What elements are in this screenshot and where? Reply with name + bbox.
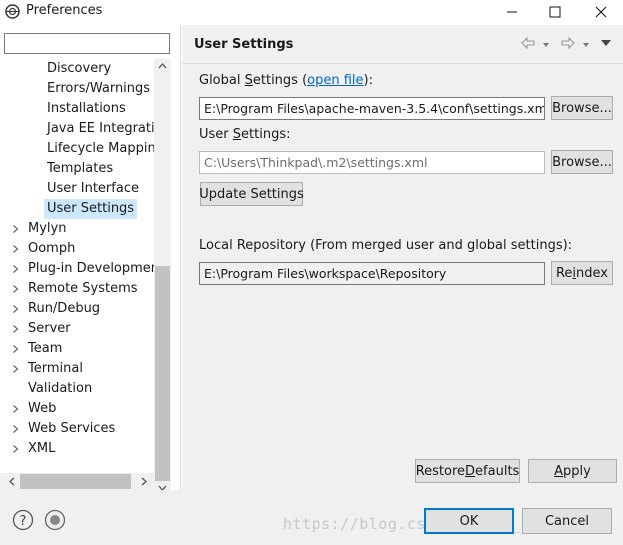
tree-item-label: Oomph [28, 241, 76, 256]
expand-chevron-icon[interactable] [10, 299, 20, 319]
scroll-up-icon[interactable] [157, 59, 168, 77]
tree-horizontal-scrollbar[interactable] [0, 473, 154, 490]
tree-item-label: Templates [47, 161, 114, 176]
tree-item-label: Errors/Warnings [47, 81, 151, 96]
vertical-scroll-thumb[interactable] [155, 266, 170, 481]
tree-item[interactable]: User Interface [0, 179, 154, 199]
tree-item-label: Java EE Integration [47, 121, 154, 136]
global-settings-label: Global Settings (open file): [199, 73, 373, 88]
tree-item[interactable]: Remote Systems [0, 279, 154, 299]
tree-item[interactable]: Validation [0, 379, 154, 399]
page-title: User Settings [194, 37, 294, 52]
tree-item[interactable]: Discovery [0, 59, 154, 79]
tree-item[interactable]: Mylyn [0, 219, 154, 239]
tree-item-label: Terminal [28, 361, 83, 376]
header-divider [182, 63, 623, 64]
tree-item[interactable]: Terminal [0, 359, 154, 379]
tree-item[interactable]: Web [0, 399, 154, 419]
tree-item[interactable]: Java EE Integration [0, 119, 154, 139]
cancel-button[interactable]: Cancel [522, 508, 612, 534]
help-icon[interactable]: ? [12, 509, 34, 535]
horizontal-scroll-thumb[interactable] [20, 474, 131, 489]
back-dropdown-icon[interactable] [542, 38, 550, 53]
apply-button[interactable]: Apply [528, 459, 617, 483]
preferences-tree: Discovery Errors/Warnings Installations Jav… [0, 59, 154, 473]
tree-item-label: Lifecycle Mappings [47, 141, 154, 156]
user-settings-field[interactable]: C:\Users\Thinkpad\.m2\settings.xml [199, 151, 545, 174]
tree-item-label: Web [28, 401, 57, 416]
tree-item[interactable]: Errors/Warnings [0, 79, 154, 99]
window-title: Preferences [26, 3, 103, 18]
tree-item[interactable]: Run/Debug [0, 299, 154, 319]
tree-item-label: Plug-in Development [28, 261, 154, 276]
tree-item-label: Server [28, 321, 71, 336]
tree-vertical-scrollbar[interactable] [154, 59, 171, 499]
expand-chevron-icon[interactable] [10, 239, 20, 259]
maximize-button[interactable] [540, 0, 570, 24]
preferences-nav-panel: Discovery Errors/Warnings Installations Jav… [0, 25, 181, 499]
tree-item[interactable]: Server [0, 319, 154, 339]
open-file-link[interactable]: open file [307, 73, 363, 88]
tree-item-label: Validation [28, 381, 93, 396]
tree-item-label: XML [28, 441, 56, 456]
scroll-right-icon[interactable] [140, 476, 148, 491]
tree-item-label: User Interface [47, 181, 139, 196]
tree-item-label: Installations [47, 101, 126, 116]
tree-item[interactable]: Templates [0, 159, 154, 179]
expand-chevron-icon[interactable] [10, 279, 20, 299]
restore-defaults-button[interactable]: Restore Defaults [415, 459, 520, 483]
tree-item-label: Web Services [28, 421, 116, 436]
dialog-button-bar: ? https://blog.csdn.net/qq_41965510 OK C… [0, 490, 623, 545]
page-nav-toolbar [520, 35, 620, 53]
title-bar: Preferences [0, 0, 623, 24]
scroll-left-icon[interactable] [8, 476, 16, 491]
expand-chevron-icon[interactable] [10, 359, 20, 379]
expand-chevron-icon[interactable] [10, 419, 20, 439]
tree-item-label: Mylyn [28, 221, 67, 236]
forward-arrow-icon[interactable] [560, 35, 576, 55]
tree-item[interactable]: Plug-in Development [0, 259, 154, 279]
global-browse-button[interactable]: Browse... [551, 96, 613, 120]
tree-item[interactable]: Lifecycle Mappings [0, 139, 154, 159]
tree-item[interactable]: User Settings [0, 199, 154, 219]
tree-item-label: Discovery [47, 61, 112, 76]
minimize-button[interactable] [497, 0, 527, 24]
tree-item[interactable]: Oomph [0, 239, 154, 259]
tree-item[interactable]: Team [0, 339, 154, 359]
preference-page: User Settings Global Settings (open file… [182, 25, 623, 490]
view-menu-icon[interactable] [600, 37, 612, 52]
global-settings-field[interactable]: E:\Program Files\apache-maven-3.5.4\conf… [199, 97, 545, 120]
forward-dropdown-icon[interactable] [582, 38, 590, 53]
expand-chevron-icon[interactable] [10, 399, 20, 419]
local-repository-field[interactable]: E:\Program Files\workspace\Repository [199, 262, 545, 285]
user-browse-button[interactable]: Browse... [551, 150, 613, 174]
update-settings-button[interactable]: Update Settings [199, 182, 304, 206]
user-settings-label: User Settings: [199, 127, 291, 142]
reindex-button[interactable]: Re i ndex [551, 261, 613, 285]
tree-item-label: Run/Debug [28, 301, 101, 316]
tree-item[interactable]: Installations [0, 99, 154, 119]
expand-chevron-icon[interactable] [10, 259, 20, 279]
tree-item-label: User Settings [44, 199, 138, 219]
tree-item[interactable]: Web Services [0, 419, 154, 439]
filter-input[interactable] [4, 33, 170, 54]
local-repository-label: Local Repository (From merged user and g… [199, 238, 573, 253]
expand-chevron-icon[interactable] [10, 439, 20, 459]
eclipse-app-icon [5, 4, 20, 19]
expand-chevron-icon[interactable] [10, 319, 20, 339]
tree-item-label: Remote Systems [28, 281, 138, 296]
close-button[interactable] [586, 0, 616, 24]
tree-item-label: Team [28, 341, 63, 356]
svg-text:?: ? [20, 514, 27, 529]
ok-button[interactable]: OK [424, 508, 514, 534]
expand-chevron-icon[interactable] [10, 339, 20, 359]
expand-chevron-icon[interactable] [10, 219, 20, 239]
back-arrow-icon[interactable] [520, 35, 536, 55]
record-macro-icon[interactable] [44, 509, 66, 535]
tree-item[interactable]: XML [0, 439, 154, 459]
